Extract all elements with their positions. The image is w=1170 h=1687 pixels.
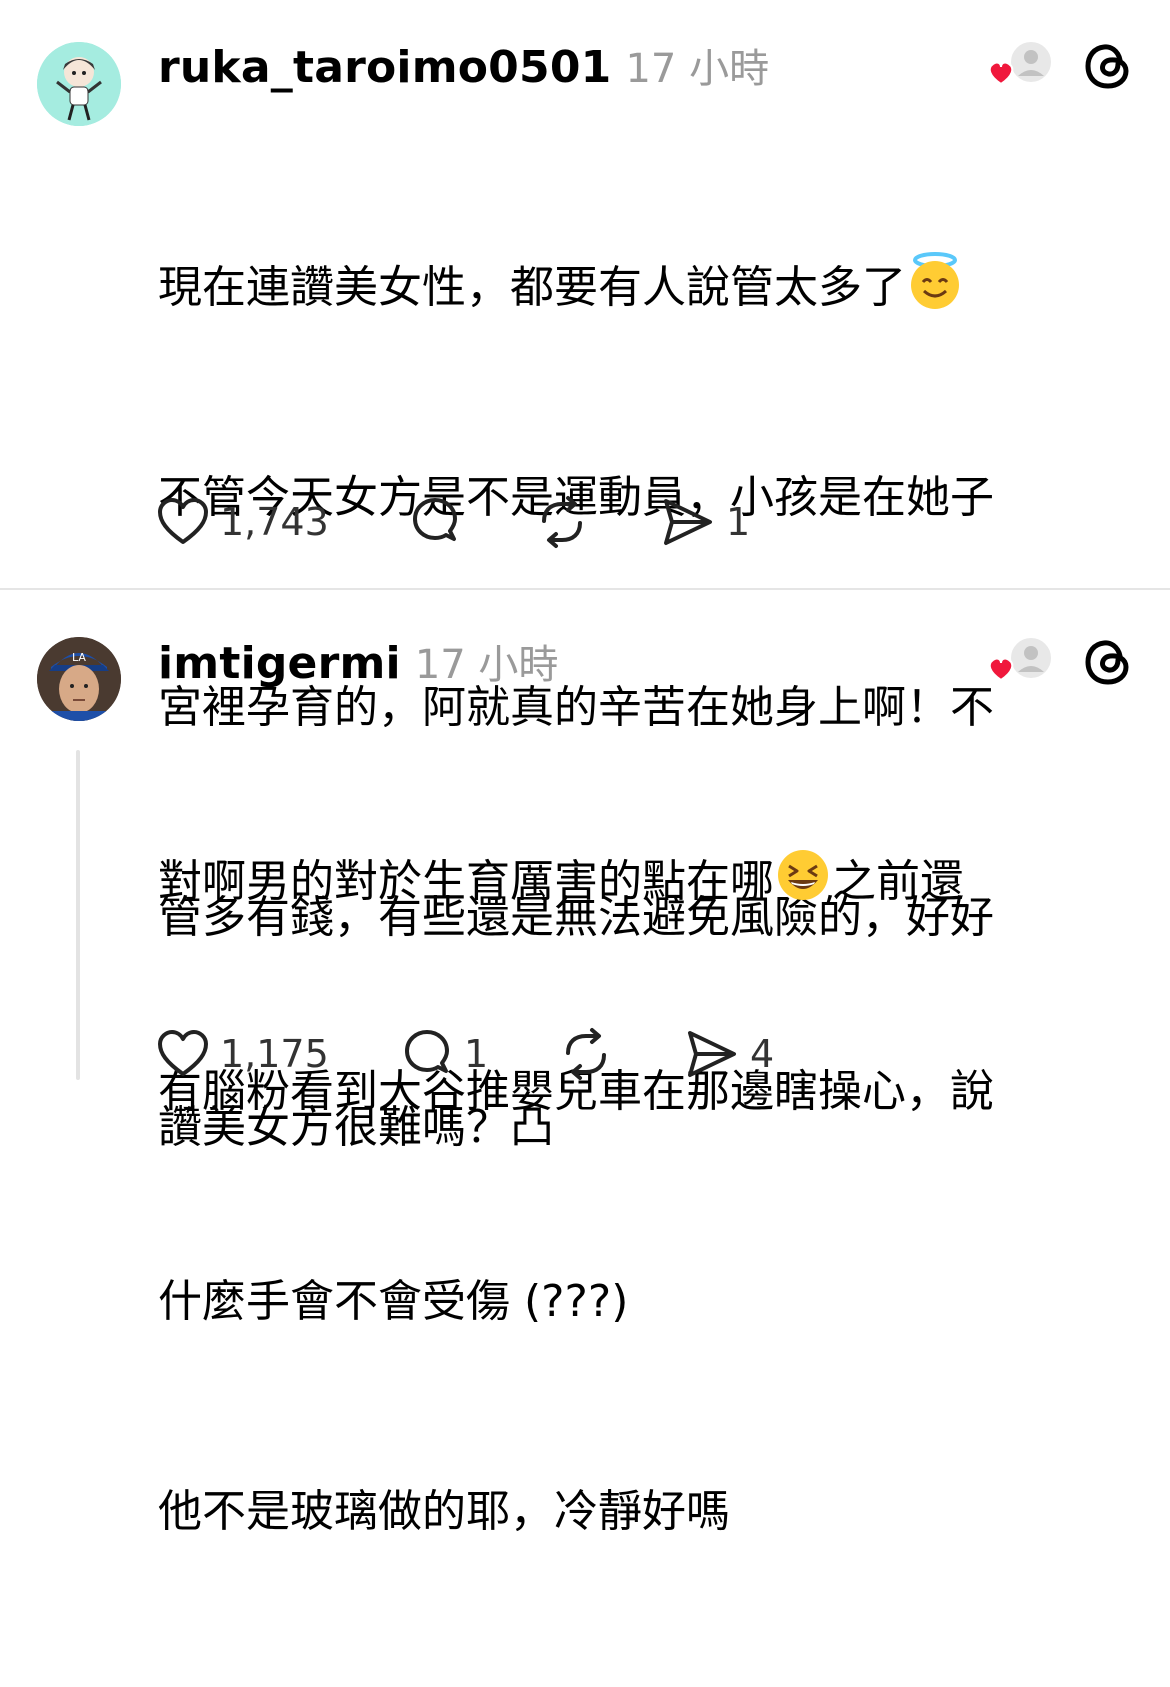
like-count: 1,175 xyxy=(220,1032,329,1076)
text-line: 對啊男的對於生育厲害的點在哪 之前還 xyxy=(158,846,1138,917)
repost-icon xyxy=(566,1028,606,1080)
like-count: 1,743 xyxy=(220,500,329,544)
share-button[interactable]: 1 xyxy=(660,492,750,552)
comment-button[interactable]: 1 xyxy=(400,1024,488,1084)
post-time: 17 小時 xyxy=(414,642,559,688)
repost-button[interactable] xyxy=(558,1024,624,1084)
heart-avatar-icon xyxy=(988,636,1053,682)
liker-badge[interactable] xyxy=(985,632,1057,692)
grinning-squint-emoji-icon xyxy=(778,850,828,900)
avatar-image: LA xyxy=(37,637,121,721)
threads-icon[interactable] xyxy=(1080,38,1136,94)
post-time: 17 小時 xyxy=(625,46,770,92)
thread-line xyxy=(76,750,80,1080)
text-line: 現在連讚美女性，都要有人說管太多了 xyxy=(158,252,1138,323)
share-button[interactable]: 4 xyxy=(684,1024,774,1084)
divider xyxy=(0,588,1170,590)
heart-icon xyxy=(158,498,208,544)
comment-count: 1 xyxy=(464,1032,489,1076)
heart-avatar-icon xyxy=(988,40,1053,86)
svg-text:LA: LA xyxy=(72,651,86,664)
threads-icon[interactable] xyxy=(1080,634,1136,690)
share-count: 4 xyxy=(750,1032,775,1076)
repost-button[interactable] xyxy=(534,492,600,552)
repost-icon xyxy=(542,496,582,548)
text-line: 他不是玻璃做的耶，冷靜好嗎 xyxy=(158,1486,730,1537)
post-header: imtigermi 17 小時 xyxy=(158,632,558,692)
send-icon xyxy=(664,499,712,545)
comment-icon xyxy=(413,498,457,541)
send-icon xyxy=(688,1031,736,1077)
post-header: ruka_taroimo0501 17 小時 xyxy=(158,36,769,96)
halo-smile-emoji-icon xyxy=(911,252,959,309)
username[interactable]: imtigermi xyxy=(158,638,401,689)
avatar[interactable] xyxy=(37,42,121,126)
username[interactable]: ruka_taroimo0501 xyxy=(158,42,611,93)
text-line: 什麼手會不會受傷 (???) xyxy=(158,1276,629,1327)
comment-icon xyxy=(405,1030,449,1073)
like-button[interactable]: 1,743 xyxy=(156,492,329,552)
like-button[interactable]: 1,175 xyxy=(156,1024,329,1084)
comment-button[interactable] xyxy=(408,492,472,552)
heart-icon xyxy=(158,1030,208,1076)
avatar[interactable]: LA xyxy=(37,637,121,721)
share-count: 1 xyxy=(726,500,751,544)
avatar-image xyxy=(37,42,121,126)
liker-badge[interactable] xyxy=(985,36,1057,96)
post-text: 對啊男的對於生育厲害的點在哪 之前還 有腦粉看到大谷推嬰兒車在那邊瞎操心，說 什… xyxy=(158,706,1138,1687)
